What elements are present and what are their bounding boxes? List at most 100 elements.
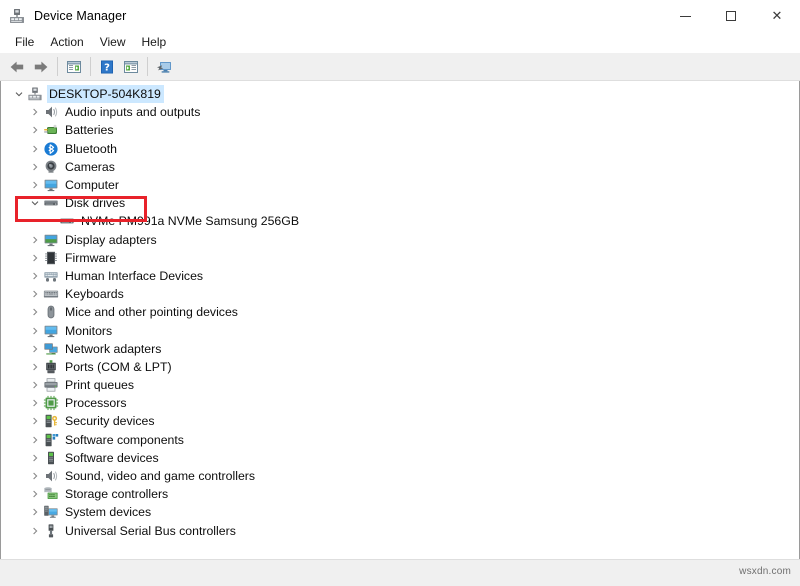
keyboard-icon: [43, 286, 59, 302]
monitor-icon: [43, 323, 59, 339]
menu-help[interactable]: Help: [134, 33, 175, 52]
disk-drive-icon: [43, 195, 59, 211]
tree-root-node[interactable]: DESKTOP-504K819: [1, 85, 799, 103]
menu-bar: File Action View Help: [0, 32, 800, 53]
properties-icon: [66, 59, 82, 75]
tree-item-label: Sound, video and game controllers: [65, 468, 255, 484]
tree-item-label: Bluetooth: [65, 141, 117, 157]
tree-item-sound-video-and-game-controllers[interactable]: Sound, video and game controllers: [1, 467, 799, 485]
chevron-right-icon[interactable]: [27, 486, 43, 502]
tree-item-audio-inputs-and-outputs[interactable]: Audio inputs and outputs: [1, 103, 799, 121]
tree-item-print-queues[interactable]: Print queues: [1, 376, 799, 394]
chevron-right-icon[interactable]: [27, 122, 43, 138]
tree-item-label: Disk drives: [65, 195, 125, 211]
chevron-right-icon[interactable]: [27, 250, 43, 266]
device-manager-icon: [9, 8, 25, 24]
tree-item-monitors[interactable]: Monitors: [1, 321, 799, 339]
tree-item-processors[interactable]: Processors: [1, 394, 799, 412]
chevron-right-icon[interactable]: [27, 468, 43, 484]
chevron-right-icon[interactable]: [27, 304, 43, 320]
device-tree-pane[interactable]: DESKTOP-504K819 Audio inputs and outpu: [0, 81, 800, 559]
chevron-right-icon[interactable]: [27, 323, 43, 339]
tree-item-label: Human Interface Devices: [65, 268, 203, 284]
tree-item-label: Computer: [65, 177, 119, 193]
toolbar-separator-3: [147, 57, 148, 76]
chevron-right-icon[interactable]: [27, 377, 43, 393]
toolbar-separator-1: [57, 57, 58, 76]
tree-item-software-components[interactable]: Software components: [1, 431, 799, 449]
status-bar: [0, 559, 800, 586]
device-tree: DESKTOP-504K819 Audio inputs and outpu: [1, 81, 799, 540]
tree-item-label: Mice and other pointing devices: [65, 304, 238, 320]
back-button[interactable]: [5, 55, 29, 79]
tree-item-label: Software devices: [65, 450, 159, 466]
chevron-down-icon[interactable]: [11, 86, 27, 102]
forward-button[interactable]: [29, 55, 53, 79]
network-adapter-icon: [43, 341, 59, 357]
tree-item-label: Monitors: [65, 323, 112, 339]
tree-item-computer[interactable]: Computer: [1, 176, 799, 194]
tree-item-nvme-disk[interactable]: NVMe PM991a NVMe Samsung 256GB: [1, 212, 799, 230]
chevron-right-icon[interactable]: [27, 159, 43, 175]
tree-item-display-adapters[interactable]: Display adapters: [1, 231, 799, 249]
software-component-icon: [43, 432, 59, 448]
chevron-right-icon[interactable]: [27, 523, 43, 539]
chevron-right-icon[interactable]: [27, 504, 43, 520]
close-button[interactable]: ✕: [754, 0, 800, 32]
menu-action[interactable]: Action: [42, 33, 91, 52]
tree-item-label: Display adapters: [65, 232, 157, 248]
arrow-right-icon: [33, 59, 49, 75]
tree-item-storage-controllers[interactable]: Storage controllers: [1, 485, 799, 503]
chevron-right-icon[interactable]: [27, 395, 43, 411]
tree-item-label: Ports (COM & LPT): [65, 359, 172, 375]
tree-item-ports-com-and-lpt[interactable]: Ports (COM & LPT): [1, 358, 799, 376]
chevron-down-icon[interactable]: [27, 195, 43, 211]
tree-item-network-adapters[interactable]: Network adapters: [1, 340, 799, 358]
chevron-right-icon[interactable]: [27, 450, 43, 466]
chevron-right-icon[interactable]: [27, 177, 43, 193]
tree-item-system-devices[interactable]: System devices: [1, 503, 799, 521]
chevron-right-icon[interactable]: [27, 232, 43, 248]
maximize-button[interactable]: [708, 0, 754, 32]
update-driver-button[interactable]: [119, 55, 143, 79]
tree-item-label: Software components: [65, 432, 184, 448]
chevron-right-icon[interactable]: [27, 432, 43, 448]
tree-item-bluetooth[interactable]: Bluetooth: [1, 140, 799, 158]
tree-item-batteries[interactable]: Batteries: [1, 121, 799, 139]
properties-button[interactable]: [62, 55, 86, 79]
chevron-right-icon[interactable]: [27, 104, 43, 120]
help-button[interactable]: ?: [95, 55, 119, 79]
speaker-icon: [43, 468, 59, 484]
menu-file[interactable]: File: [7, 33, 42, 52]
tree-item-universal-serial-bus-controllers[interactable]: Universal Serial Bus controllers: [1, 522, 799, 540]
tree-item-security-devices[interactable]: Security devices: [1, 412, 799, 430]
tree-item-firmware[interactable]: Firmware: [1, 249, 799, 267]
tree-item-disk-drives[interactable]: Disk drives: [1, 194, 799, 212]
bluetooth-icon: [43, 141, 59, 157]
window-title: Device Manager: [34, 9, 126, 23]
window-controls: ✕: [662, 0, 800, 32]
hid-icon: [43, 268, 59, 284]
chevron-right-icon[interactable]: [27, 141, 43, 157]
chevron-right-icon[interactable]: [27, 413, 43, 429]
tree-item-label: Security devices: [65, 413, 155, 429]
tree-item-software-devices[interactable]: Software devices: [1, 449, 799, 467]
scan-hardware-button[interactable]: [152, 55, 176, 79]
help-icon: ?: [99, 59, 115, 75]
arrow-left-icon: [9, 59, 25, 75]
tree-item-human-interface-devices[interactable]: Human Interface Devices: [1, 267, 799, 285]
chevron-right-icon[interactable]: [27, 359, 43, 375]
menu-view[interactable]: View: [92, 33, 134, 52]
tree-item-cameras[interactable]: Cameras: [1, 158, 799, 176]
minimize-icon: [680, 16, 691, 17]
minimize-button[interactable]: [662, 0, 708, 32]
tree-item-mice-and-other-pointing-devices[interactable]: Mice and other pointing devices: [1, 303, 799, 321]
tree-item-label: Processors: [65, 395, 127, 411]
chevron-right-icon[interactable]: [27, 341, 43, 357]
chevron-right-icon[interactable]: [27, 286, 43, 302]
tree-item-label: Keyboards: [65, 286, 124, 302]
chevron-right-icon[interactable]: [27, 268, 43, 284]
update-driver-icon: [123, 59, 139, 75]
system-device-icon: [43, 504, 59, 520]
tree-item-keyboards[interactable]: Keyboards: [1, 285, 799, 303]
